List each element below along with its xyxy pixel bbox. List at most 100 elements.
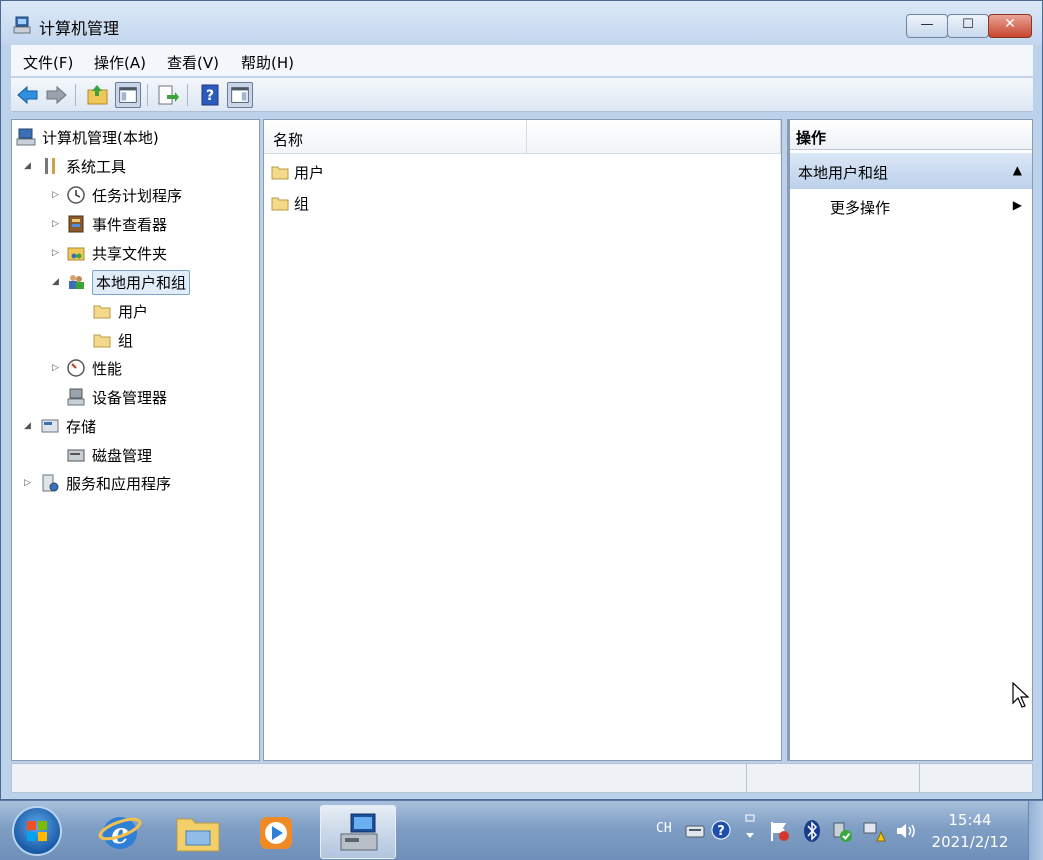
tree-item-groups[interactable]: 组 [92, 327, 133, 353]
svg-text:?: ? [717, 824, 725, 839]
toolbar-separator [75, 84, 76, 106]
tree-item-storage[interactable]: ◢ 存储 [24, 413, 97, 439]
tools-icon [45, 158, 55, 174]
taskbar-media-player[interactable] [238, 805, 314, 859]
expanded-arrow-icon[interactable]: ◢ [24, 161, 36, 171]
computer-management-window: 计算机管理 — ☐ ✕ 文件(F) 操作(A) 查看(V) 帮助(H) ? 计算… [0, 0, 1043, 800]
close-button[interactable]: ✕ [988, 14, 1032, 38]
folder-icon [271, 166, 289, 180]
list-item[interactable]: 组 [270, 190, 309, 216]
tree-item-system-tools[interactable]: ◢ 系统工具 [24, 153, 126, 179]
action-center-flag-icon[interactable] [768, 819, 792, 843]
clock-time: 15:44 [948, 811, 992, 829]
tree-label: 存储 [66, 417, 97, 436]
tree-item-performance[interactable]: ▷ 性能 [52, 355, 123, 381]
actions-title: 操作 [796, 129, 827, 147]
folder-icon [93, 334, 111, 348]
taskbar-explorer[interactable] [160, 805, 236, 859]
expanded-arrow-icon[interactable]: ◢ [52, 277, 64, 287]
toolbar: ? [11, 78, 1033, 112]
tree-item-root[interactable]: 计算机管理(本地) [16, 124, 159, 150]
bluetooth-icon[interactable] [802, 819, 822, 843]
actions-section-local-users-groups[interactable]: 本地用户和组 ▲ [790, 153, 1032, 189]
tree-item-users[interactable]: 用户 [92, 298, 148, 324]
show-desktop-button[interactable] [1028, 801, 1043, 860]
collapsed-arrow-icon[interactable]: ▷ [52, 190, 64, 200]
internet-explorer-icon: e [98, 817, 142, 850]
console-tree-pane: 计算机管理(本地) ◢ 系统工具 ▷ 任务计划程序 ▷ 事件查看器 ▷ 共享文件… [11, 119, 260, 761]
help-circle-icon[interactable]: ? [710, 819, 732, 841]
ime-options-icon[interactable] [742, 811, 758, 843]
start-button[interactable] [12, 806, 62, 856]
up-folder-icon[interactable] [85, 82, 111, 108]
collapsed-arrow-icon[interactable]: ▷ [24, 478, 36, 488]
tree-item-device-manager[interactable]: 设备管理器 [66, 384, 167, 410]
collapse-up-icon[interactable]: ▲ [1013, 163, 1022, 177]
show-hide-action-pane-icon[interactable] [227, 82, 253, 108]
submenu-arrow-icon[interactable]: ▶ [1013, 198, 1022, 212]
show-hide-tree-icon[interactable] [115, 82, 141, 108]
forward-icon[interactable] [43, 82, 69, 108]
help-icon[interactable]: ? [197, 82, 223, 108]
export-list-icon[interactable] [155, 82, 181, 108]
collapsed-arrow-icon[interactable]: ▷ [52, 363, 64, 373]
title-bar[interactable]: 计算机管理 — ☐ ✕ [1, 1, 1042, 45]
menu-action[interactable]: 操作(A) [94, 52, 146, 73]
media-player-icon [260, 817, 292, 849]
tree-label: 性能 [92, 359, 123, 378]
list-item[interactable]: 用户 [270, 159, 324, 185]
details-pane: 名称 用户 组 [263, 119, 782, 761]
minimize-button[interactable]: — [906, 14, 948, 38]
svg-text:?: ? [206, 88, 214, 104]
mouse-cursor-icon [1012, 682, 1030, 708]
taskbar: e CH ? 15:44 2021/2/12 [0, 800, 1043, 860]
volume-icon[interactable] [894, 821, 918, 841]
more-actions-item[interactable]: 更多操作 [830, 197, 890, 218]
expanded-arrow-icon[interactable]: ◢ [24, 421, 36, 431]
safely-remove-hardware-icon[interactable] [830, 819, 854, 843]
taskbar-ie[interactable]: e [82, 805, 158, 859]
keyboard-icon[interactable] [684, 821, 706, 841]
windows-logo-icon [27, 821, 47, 841]
tree-item-event-viewer[interactable]: ▷ 事件查看器 [52, 211, 167, 237]
back-icon[interactable] [15, 82, 41, 108]
network-warning-icon[interactable] [862, 819, 886, 843]
tree-label: 用户 [118, 302, 149, 321]
collapsed-arrow-icon[interactable]: ▷ [52, 219, 64, 229]
menu-view[interactable]: 查看(V) [167, 52, 219, 73]
tree-item-disk-management[interactable]: 磁盘管理 [66, 442, 152, 468]
toolbar-separator [147, 84, 148, 106]
storage-icon [41, 419, 59, 433]
clock-icon [67, 186, 85, 204]
actions-pane: 操作 本地用户和组 ▲ 更多操作 ▶ [787, 119, 1033, 761]
close-icon: ✕ [1004, 16, 1016, 32]
tree-label: 本地用户和组 [92, 269, 191, 295]
tree-item-task-scheduler[interactable]: ▷ 任务计划程序 [52, 182, 183, 208]
taskbar-computer-management[interactable] [320, 805, 396, 859]
event-viewer-icon [68, 215, 84, 233]
folder-icon [271, 197, 289, 211]
tree-label: 计算机管理(本地) [42, 128, 159, 147]
actions-header: 操作 [790, 120, 1032, 150]
tree-item-shared-folders[interactable]: ▷ 共享文件夹 [52, 240, 168, 266]
tree-label: 共享文件夹 [92, 244, 168, 263]
menu-file[interactable]: 文件(F) [23, 52, 73, 73]
computer-management-icon [340, 813, 378, 851]
minimize-icon: — [920, 17, 934, 32]
collapsed-arrow-icon[interactable]: ▷ [52, 248, 64, 258]
tree-item-local-users-groups[interactable]: ◢ 本地用户和组 [52, 269, 191, 295]
tree-item-services-apps[interactable]: ▷ 服务和应用程序 [24, 470, 171, 496]
column-header-name[interactable]: 名称 [264, 120, 527, 154]
tree-label: 组 [118, 331, 134, 350]
maximize-button[interactable]: ☐ [947, 14, 989, 38]
computer-management-icon [16, 128, 36, 146]
clock-date: 2021/2/12 [931, 833, 1009, 851]
language-indicator[interactable]: CH [656, 821, 672, 836]
list-item-label: 用户 [294, 163, 325, 182]
clock[interactable]: 15:44 2021/2/12 [925, 809, 1015, 853]
tree-label: 任务计划程序 [92, 186, 183, 205]
menu-help[interactable]: 帮助(H) [241, 52, 294, 73]
column-header-empty[interactable] [527, 120, 781, 154]
file-explorer-icon [176, 818, 220, 852]
status-bar [11, 763, 1033, 793]
